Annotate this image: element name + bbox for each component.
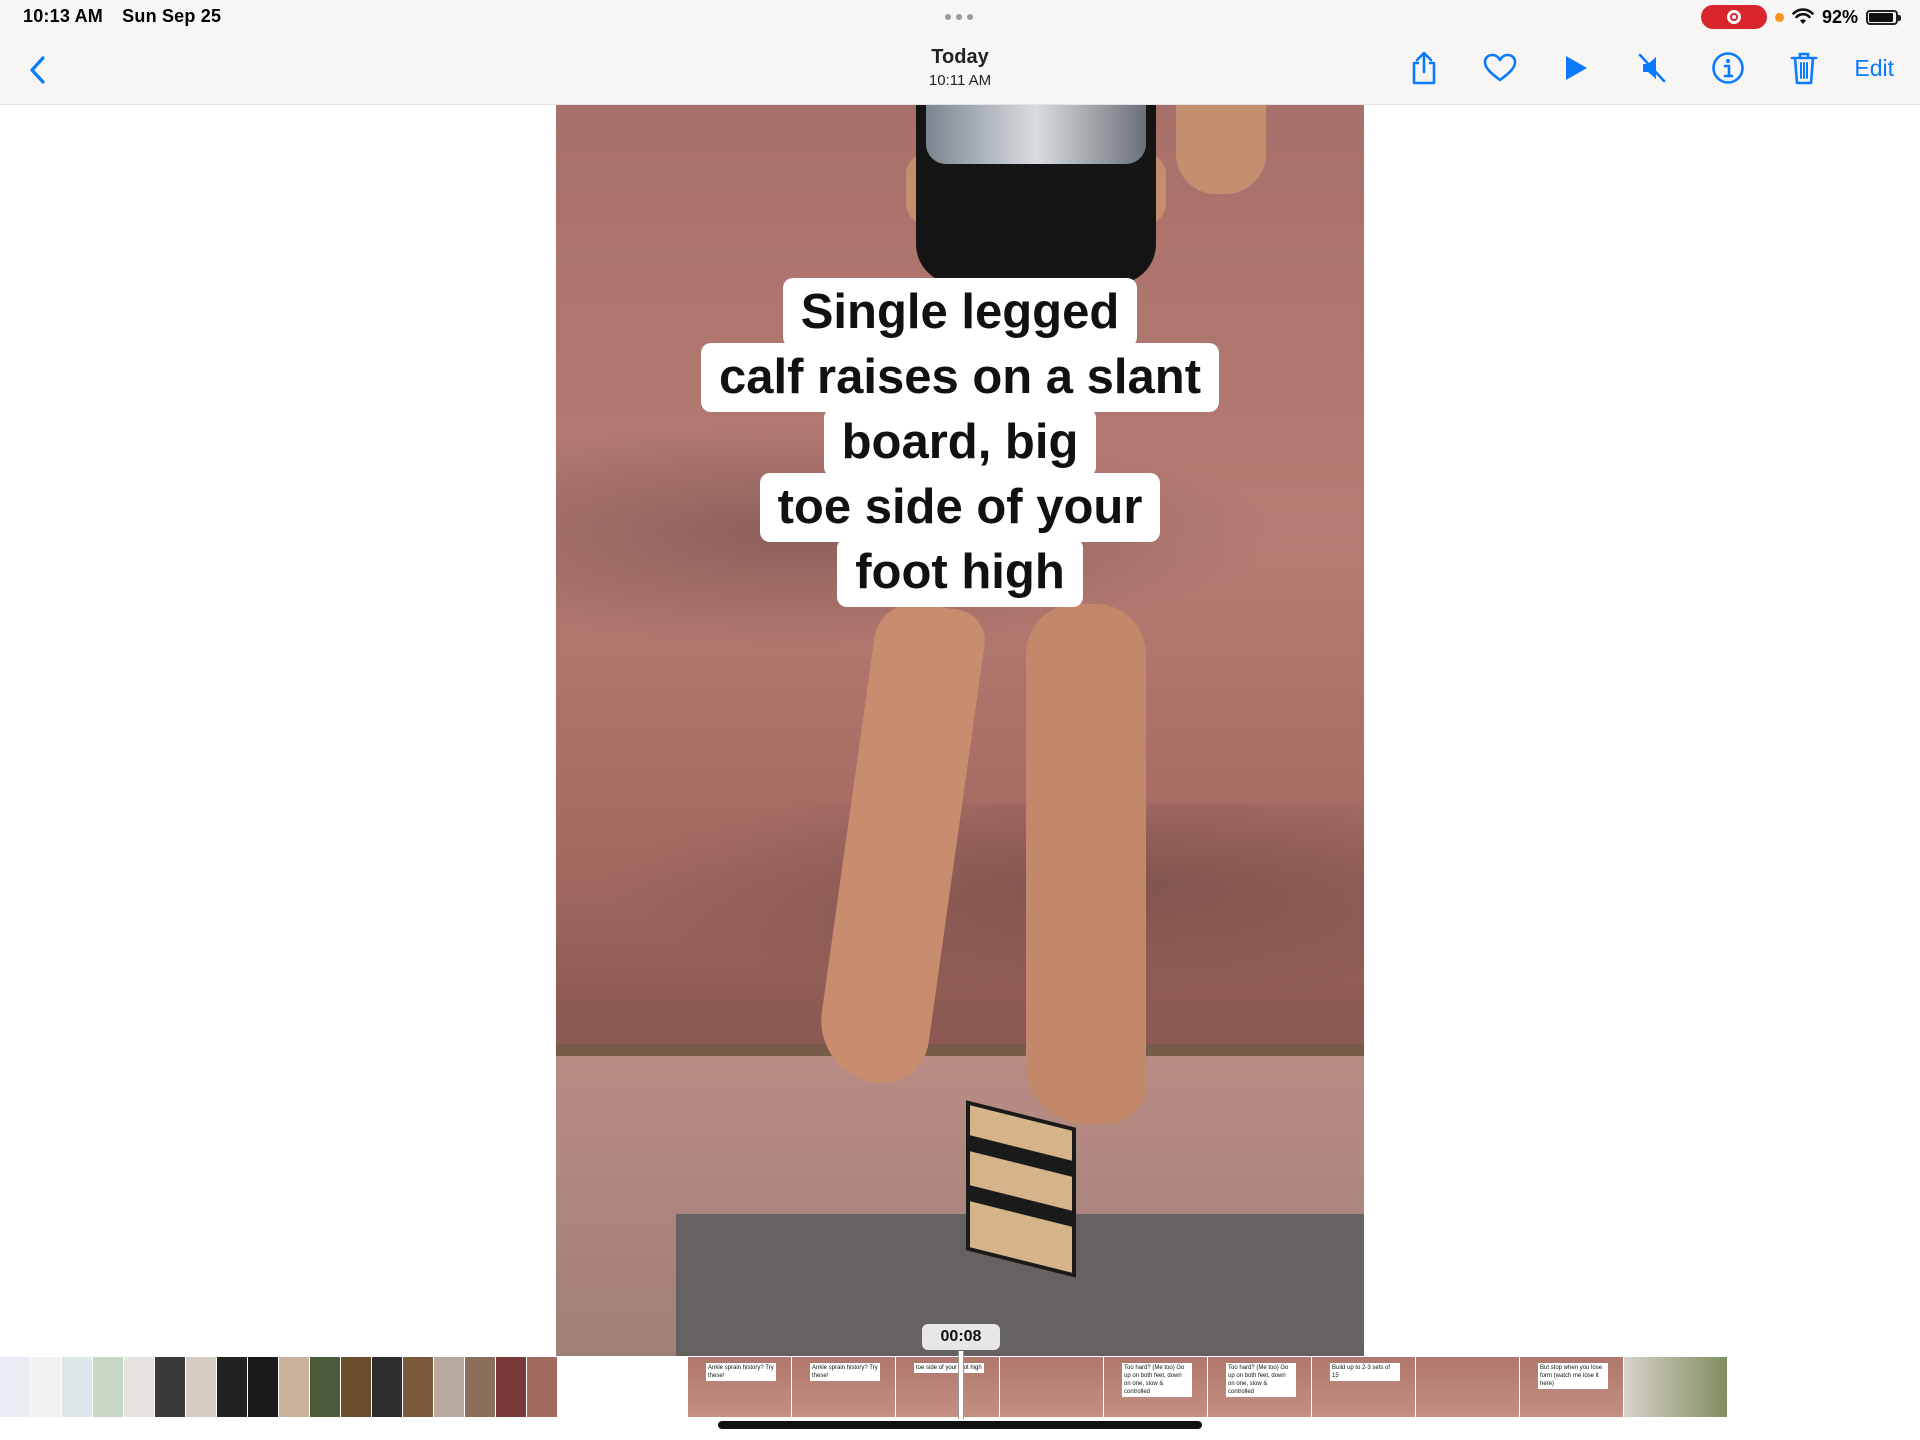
delete-button[interactable] [1784,48,1824,88]
photo-thumbnail[interactable] [341,1357,371,1417]
photo-thumbnail[interactable] [31,1357,61,1417]
caption-line: board, big [823,408,1097,477]
photo-thumbnail[interactable] [310,1357,340,1417]
battery-fill [1869,12,1893,22]
video-frame-thumb[interactable] [1000,1357,1103,1417]
photo-thumbnail[interactable] [279,1357,309,1417]
trash-icon [1791,52,1818,85]
video-frame-thumb[interactable]: Build up to 2-3 sets of 15 [1312,1357,1415,1417]
mic-indicator-icon [1774,12,1784,22]
status-time-date: 10:13 AM Sun Sep 25 [23,6,235,27]
slant-board [966,1100,1076,1278]
video-frame-thumb[interactable] [1416,1357,1519,1417]
video-frame[interactable]: Single legged calf raises on a slant boa… [556,104,1364,1356]
wifi-icon [1792,8,1814,24]
photo-thumbnail[interactable] [403,1357,433,1417]
photo-thumbnail[interactable] [186,1357,216,1417]
caption-line: foot high [837,538,1083,607]
photo-thumbnail[interactable] [527,1357,557,1417]
video-frame-thumb[interactable]: But stop when you lose form (watch me lo… [1520,1357,1623,1417]
photo-thumbnail[interactable] [248,1357,278,1417]
share-icon [1413,51,1436,85]
multitasking-dots-icon[interactable] [945,14,973,20]
caption-line: calf raises on a slant [700,343,1220,412]
video-frame-strip[interactable]: Ankle sprain history? Try these! Ankle s… [688,1357,1728,1417]
video-frame-thumb[interactable]: Too hard? (Me too) Go up on both feet, d… [1104,1357,1207,1417]
photo-thumbnails[interactable] [0,1357,558,1417]
back-button[interactable] [28,50,58,90]
photo-thumbnail[interactable] [0,1357,30,1417]
photo-thumbnail[interactable] [93,1357,123,1417]
photo-thumbnail[interactable] [217,1357,247,1417]
sports-bra [926,104,1146,164]
share-button[interactable] [1404,48,1444,88]
info-icon [1712,52,1745,84]
status-date: Sun Sep 25 [122,6,222,26]
photo-thumbnail[interactable] [465,1357,495,1417]
home-indicator[interactable] [718,1421,1202,1429]
battery-icon [1866,9,1901,25]
nav-actions: Edit [1368,48,1894,88]
right-leg [1026,604,1146,1124]
play-icon [1566,56,1588,80]
video-frame-thumb[interactable]: Too hard? (Me too) Go up on both feet, d… [1208,1357,1311,1417]
photo-thumbnail[interactable] [434,1357,464,1417]
nav-subtitle: 10:11 AM [928,72,992,89]
screen-record-icon[interactable] [1700,5,1767,29]
photo-thumbnail[interactable] [62,1357,92,1417]
nav-title-block: Today 10:11 AM [860,46,1060,89]
video-caption: Single legged calf raises on a slant boa… [556,278,1364,607]
caption-line: Single legged [782,278,1138,347]
photo-thumbnail[interactable] [155,1357,185,1417]
play-button[interactable] [1556,48,1596,88]
photo-thumbnail[interactable] [124,1357,154,1417]
mute-icon [1639,53,1666,83]
photo-thumbnail[interactable] [372,1357,402,1417]
playback-time: 00:08 [922,1324,1000,1350]
edit-button[interactable]: Edit [1854,55,1894,82]
status-time: 10:13 AM [23,6,103,26]
video-frame-thumb[interactable]: Ankle sprain history? Try these! [792,1357,895,1417]
caption-line: toe side of your [759,473,1161,542]
favorite-button[interactable] [1480,48,1520,88]
mute-button[interactable] [1632,48,1672,88]
battery-percent: 92% [1821,6,1858,27]
heart-icon [1484,53,1517,82]
status-bar: 10:13 AM Sun Sep 25 92% [0,0,1920,34]
video-frame-thumb[interactable]: toe side of your foot high [896,1357,999,1417]
video-frame-thumb[interactable] [1624,1357,1727,1417]
info-button[interactable] [1708,48,1748,88]
photo-thumbnail[interactable] [496,1357,526,1417]
nav-title: Today [931,46,989,68]
status-indicators: 92% [1700,4,1901,30]
scrubber-playhead[interactable] [958,1351,964,1419]
back-chevron-icon [30,56,45,84]
video-frame-thumb[interactable]: Ankle sprain history? Try these! [688,1357,791,1417]
